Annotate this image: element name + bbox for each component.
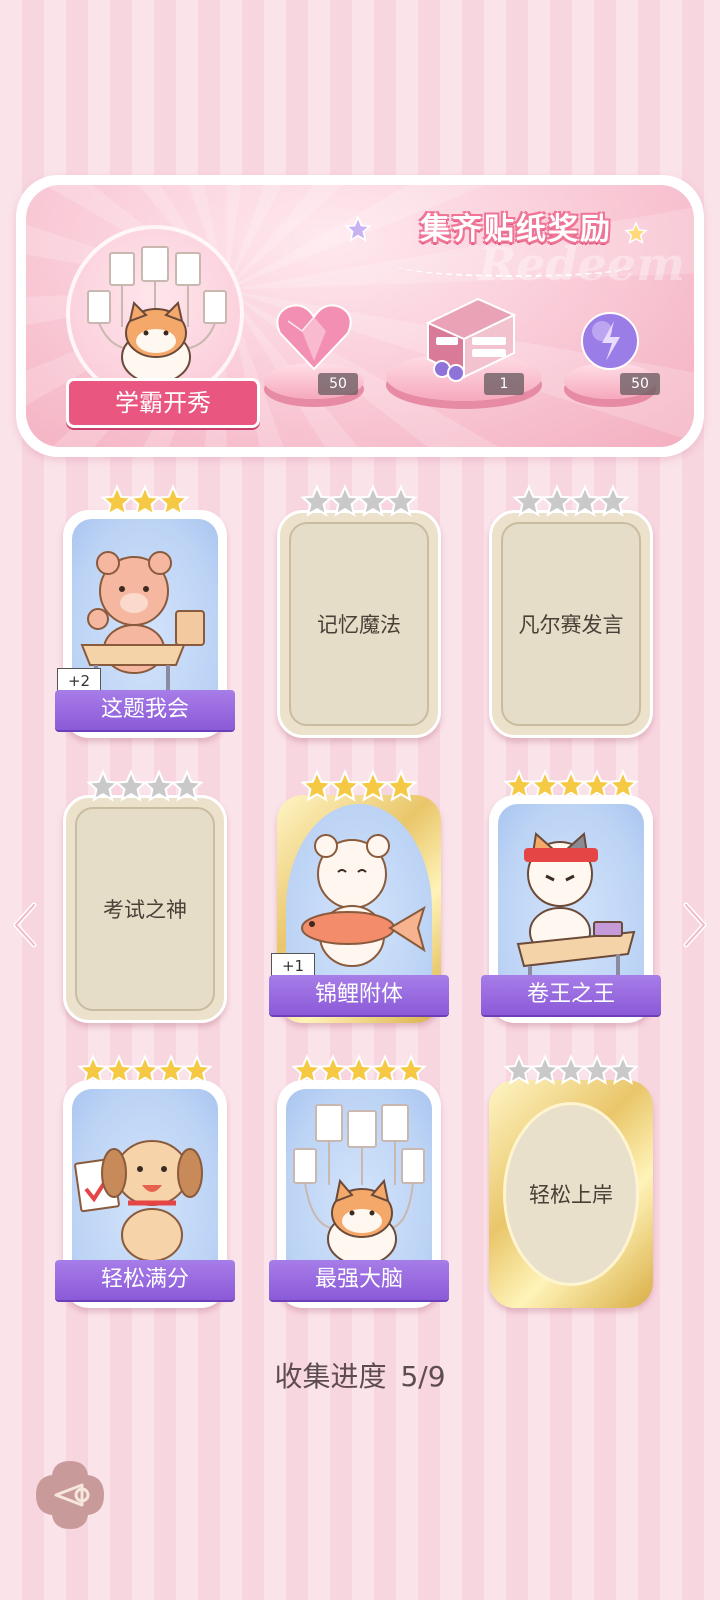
- sticker-card[interactable]: 轻松上岸: [489, 1054, 653, 1308]
- star-rating: [277, 484, 441, 524]
- star-rating: [63, 484, 227, 524]
- sticker-card[interactable]: 凡尔赛发言: [489, 484, 653, 738]
- star-rating: [489, 484, 653, 524]
- card-title: 轻松满分: [55, 1260, 235, 1300]
- reward-count: 50: [318, 373, 358, 395]
- feature-sticker-label: 学霸开秀: [66, 378, 260, 428]
- star-rating: [63, 1054, 227, 1094]
- pink-heart-gem-icon[interactable]: [274, 301, 354, 373]
- star-rating: [489, 1054, 653, 1094]
- progress-count: 5/9: [400, 1360, 446, 1393]
- star-rating: [63, 769, 227, 809]
- star-empty-icon: [170, 769, 204, 802]
- star-filled-icon: [395, 1054, 427, 1085]
- card-title: 轻松上岸: [529, 1183, 613, 1207]
- star-empty-icon: [607, 1054, 639, 1085]
- card-title: 最强大脑: [269, 1260, 449, 1300]
- sticker-card[interactable]: 卷王之王: [481, 769, 661, 1023]
- star-rating: [489, 769, 653, 809]
- sticker-card[interactable]: +2 这题我会: [55, 484, 235, 738]
- cat-with-papers-icon: [87, 246, 227, 384]
- card-art: 凡尔赛发言: [501, 522, 641, 726]
- purple-energy-orb-icon[interactable]: [578, 309, 642, 373]
- card-title: 卷王之王: [481, 975, 661, 1015]
- sticker-card[interactable]: 考试之神: [63, 769, 227, 1023]
- star-filled-icon: [156, 484, 190, 517]
- progress-label: 收集进度: [274, 1360, 387, 1393]
- feature-sticker-preview[interactable]: [66, 225, 244, 403]
- card-title: 凡尔赛发言: [518, 613, 624, 637]
- back-button[interactable]: [30, 1455, 110, 1535]
- star-rating: [277, 769, 441, 809]
- banner-dashed-line: [396, 253, 636, 277]
- card-art: 考试之神: [75, 807, 215, 1011]
- purple-star-icon: [344, 215, 372, 242]
- banner-title: 集齐贴纸奖励: [420, 212, 612, 247]
- star-filled-icon: [181, 1054, 213, 1085]
- sticker-card[interactable]: 记忆魔法: [277, 484, 441, 738]
- card-art: 轻松上岸: [503, 1102, 639, 1286]
- sticker-card[interactable]: +1 锦鲤附体: [269, 769, 449, 1023]
- reward-count: 1: [484, 373, 524, 395]
- reward-banner: Redeem 集齐贴纸奖励 学霸开秀 50 1 50: [16, 175, 704, 457]
- card-art: 记忆魔法: [289, 522, 429, 726]
- card-title: 这题我会: [55, 690, 235, 730]
- card-title: 考试之神: [103, 898, 187, 922]
- star-empty-icon: [596, 484, 630, 517]
- reward-count: 50: [620, 373, 660, 395]
- previous-page-arrow-icon[interactable]: [10, 895, 40, 955]
- collection-progress: 收集进度 5/9: [0, 1355, 720, 1395]
- star-rating: [277, 1054, 441, 1094]
- sticker-card[interactable]: 轻松满分: [55, 1054, 235, 1308]
- gift-box-icon[interactable]: [418, 293, 518, 383]
- star-filled-icon: [384, 769, 418, 802]
- reward-banner-background: Redeem 集齐贴纸奖励 学霸开秀 50 1 50: [26, 185, 694, 447]
- sticker-card[interactable]: 最强大脑: [269, 1054, 449, 1308]
- star-filled-icon: [607, 769, 639, 800]
- next-page-arrow-icon[interactable]: [680, 895, 710, 955]
- card-title: 记忆魔法: [317, 613, 401, 637]
- card-title: 锦鲤附体: [269, 975, 449, 1015]
- star-empty-icon: [384, 484, 418, 517]
